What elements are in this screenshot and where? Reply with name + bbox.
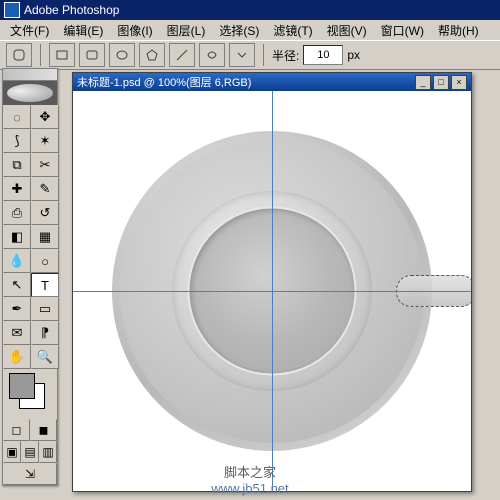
tool-lasso[interactable]: ⟆ [3, 129, 31, 153]
shape-options-icon[interactable] [229, 43, 255, 67]
tool-marquee[interactable]: ◌ [3, 105, 31, 129]
tool-wand[interactable]: ✶ [31, 129, 59, 153]
color-swatches [3, 369, 57, 419]
toolbox-preview [3, 81, 57, 105]
shape-line-icon[interactable] [169, 43, 195, 67]
radius-label: 半径: [272, 47, 299, 64]
toolbox: ◌ ✥ ⟆ ✶ ⧉ ✂ ✚ ✎ ⎙ ↺ ◧ ▦ 💧 ○ ↖ T ✒ ▭ ✉ ⁋ [2, 68, 58, 486]
tool-eraser[interactable]: ◧ [3, 225, 31, 249]
menu-window[interactable]: 窗口(W) [375, 20, 430, 41]
tool-zoom[interactable]: 🔍 [31, 345, 59, 369]
standard-mode-icon[interactable]: ◻ [3, 419, 30, 441]
shape-custom-icon[interactable] [199, 43, 225, 67]
watermark-line1: 脚本之家 [0, 462, 500, 481]
radius-input[interactable] [303, 45, 343, 65]
tool-stamp[interactable]: ⎙ [3, 201, 31, 225]
screen-full-menu-icon[interactable]: ▤ [21, 441, 39, 463]
app-title: Adobe Photoshop [24, 3, 119, 17]
tool-pen[interactable]: ✒ [3, 297, 31, 321]
shape-roundrect-icon[interactable] [79, 43, 105, 67]
tool-eyedrop[interactable]: ⁋ [31, 321, 59, 345]
shape-rect-icon[interactable] [49, 43, 75, 67]
shape-polygon-icon[interactable] [139, 43, 165, 67]
menubar: 文件(F) 编辑(E) 图像(I) 图层(L) 选择(S) 滤镜(T) 视图(V… [0, 20, 500, 40]
canvas[interactable] [73, 91, 471, 491]
tool-heal[interactable]: ✚ [3, 177, 31, 201]
toolbox-drag-handle[interactable] [3, 69, 57, 81]
document-window: 未标题-1.psd @ 100%(图层 6,RGB) _ □ × [72, 72, 472, 492]
tool-history[interactable]: ↺ [31, 201, 59, 225]
document-title: 未标题-1.psd @ 100%(图层 6,RGB) [77, 74, 251, 90]
tool-crop[interactable]: ⧉ [3, 153, 31, 177]
menu-file[interactable]: 文件(F) [4, 20, 55, 41]
menu-edit[interactable]: 编辑(E) [57, 20, 109, 41]
divider [40, 44, 41, 66]
tool-dodge[interactable]: ○ [31, 249, 59, 273]
guide-horizontal[interactable] [73, 291, 471, 292]
tool-blur[interactable]: 💧 [3, 249, 31, 273]
tool-move[interactable]: ✥ [31, 105, 59, 129]
close-button[interactable]: × [451, 75, 467, 90]
tool-hand[interactable]: ✋ [3, 345, 31, 369]
watermark-url: www.jb51.net [0, 481, 500, 496]
tool-slice[interactable]: ✂ [31, 153, 59, 177]
app-icon [4, 2, 20, 18]
radius-unit: px [347, 48, 360, 62]
maximize-button[interactable]: □ [433, 75, 449, 90]
options-bar: 半径: px [0, 40, 500, 70]
tool-notes[interactable]: ✉ [3, 321, 31, 345]
divider [263, 44, 264, 66]
menu-filter[interactable]: 滤镜(T) [267, 20, 318, 41]
screen-standard-icon[interactable]: ▣ [3, 441, 21, 463]
menu-help[interactable]: 帮助(H) [432, 20, 485, 41]
tool-brush[interactable]: ✎ [31, 177, 59, 201]
tool-gradient[interactable]: ▦ [31, 225, 59, 249]
menu-view[interactable]: 视图(V) [321, 20, 373, 41]
screen-full-icon[interactable]: ▥ [39, 441, 57, 463]
foreground-color-swatch[interactable] [9, 373, 35, 399]
menu-select[interactable]: 选择(S) [213, 20, 265, 41]
tool-preset-picker[interactable] [6, 43, 32, 67]
tool-type[interactable]: T [31, 273, 59, 297]
watermark: 脚本之家 www.jb51.net [0, 462, 500, 496]
tool-shape[interactable]: ▭ [31, 297, 59, 321]
tool-path-select[interactable]: ↖ [3, 273, 31, 297]
shape-ellipse-icon[interactable] [109, 43, 135, 67]
menu-layer[interactable]: 图层(L) [161, 20, 212, 41]
app-titlebar: Adobe Photoshop [0, 0, 500, 20]
minimize-button[interactable]: _ [415, 75, 431, 90]
menu-image[interactable]: 图像(I) [111, 20, 158, 41]
quickmask-mode-icon[interactable]: ◼ [30, 419, 57, 441]
document-titlebar[interactable]: 未标题-1.psd @ 100%(图层 6,RGB) _ □ × [73, 73, 471, 91]
